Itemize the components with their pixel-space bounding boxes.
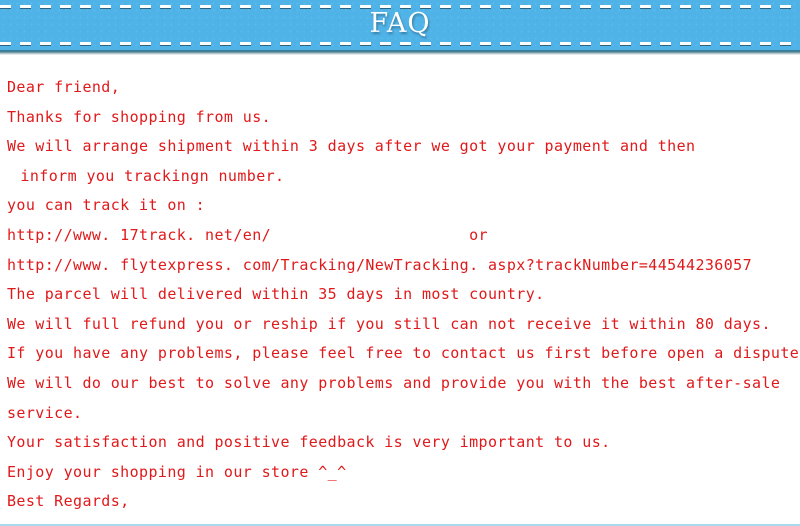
faq-line-refund-policy: We will full refund you or reship if you…	[7, 314, 771, 333]
faq-line-signoff: Best Regards,	[7, 492, 130, 511]
faq-line-track-url-1: http://www. 17track. net/en/ or	[7, 225, 488, 244]
faq-page: FAQ Dear friend, Thanks for shopping from…	[0, 0, 800, 526]
faq-line-inform-tracking: inform you trackingn number.	[11, 166, 285, 185]
faq-line-shipment-time: We will arrange shipment within 3 days a…	[7, 137, 696, 156]
page-title: FAQ	[369, 8, 431, 39]
faq-header-banner: FAQ	[0, 0, 800, 50]
faq-line-greeting: Dear friend,	[7, 78, 121, 96]
faq-line-track-intro: you can track it on :	[7, 196, 206, 215]
faq-line-thanks: Thanks for shopping from us.	[7, 107, 272, 126]
faq-line-enjoy: Enjoy your shopping in our store ^_^	[7, 462, 347, 481]
faq-line-dispute-notice: If you have any problems, please feel fr…	[7, 344, 800, 363]
faq-line-track-url-2: http://www. flytexpress. com/Tracking/Ne…	[7, 255, 753, 274]
faq-body: Dear friend, Thanks for shopping from us.…	[0, 55, 800, 517]
faq-line-delivery-time: The parcel will delivered within 35 days…	[7, 285, 545, 304]
faq-line-feedback: Your satisfaction and positive feedback …	[7, 433, 611, 452]
faq-line-after-sale-1: We will do our best to solve any problem…	[7, 373, 781, 392]
stitch-line-bottom	[0, 42, 800, 46]
faq-line-after-sale-2: service.	[7, 403, 83, 422]
